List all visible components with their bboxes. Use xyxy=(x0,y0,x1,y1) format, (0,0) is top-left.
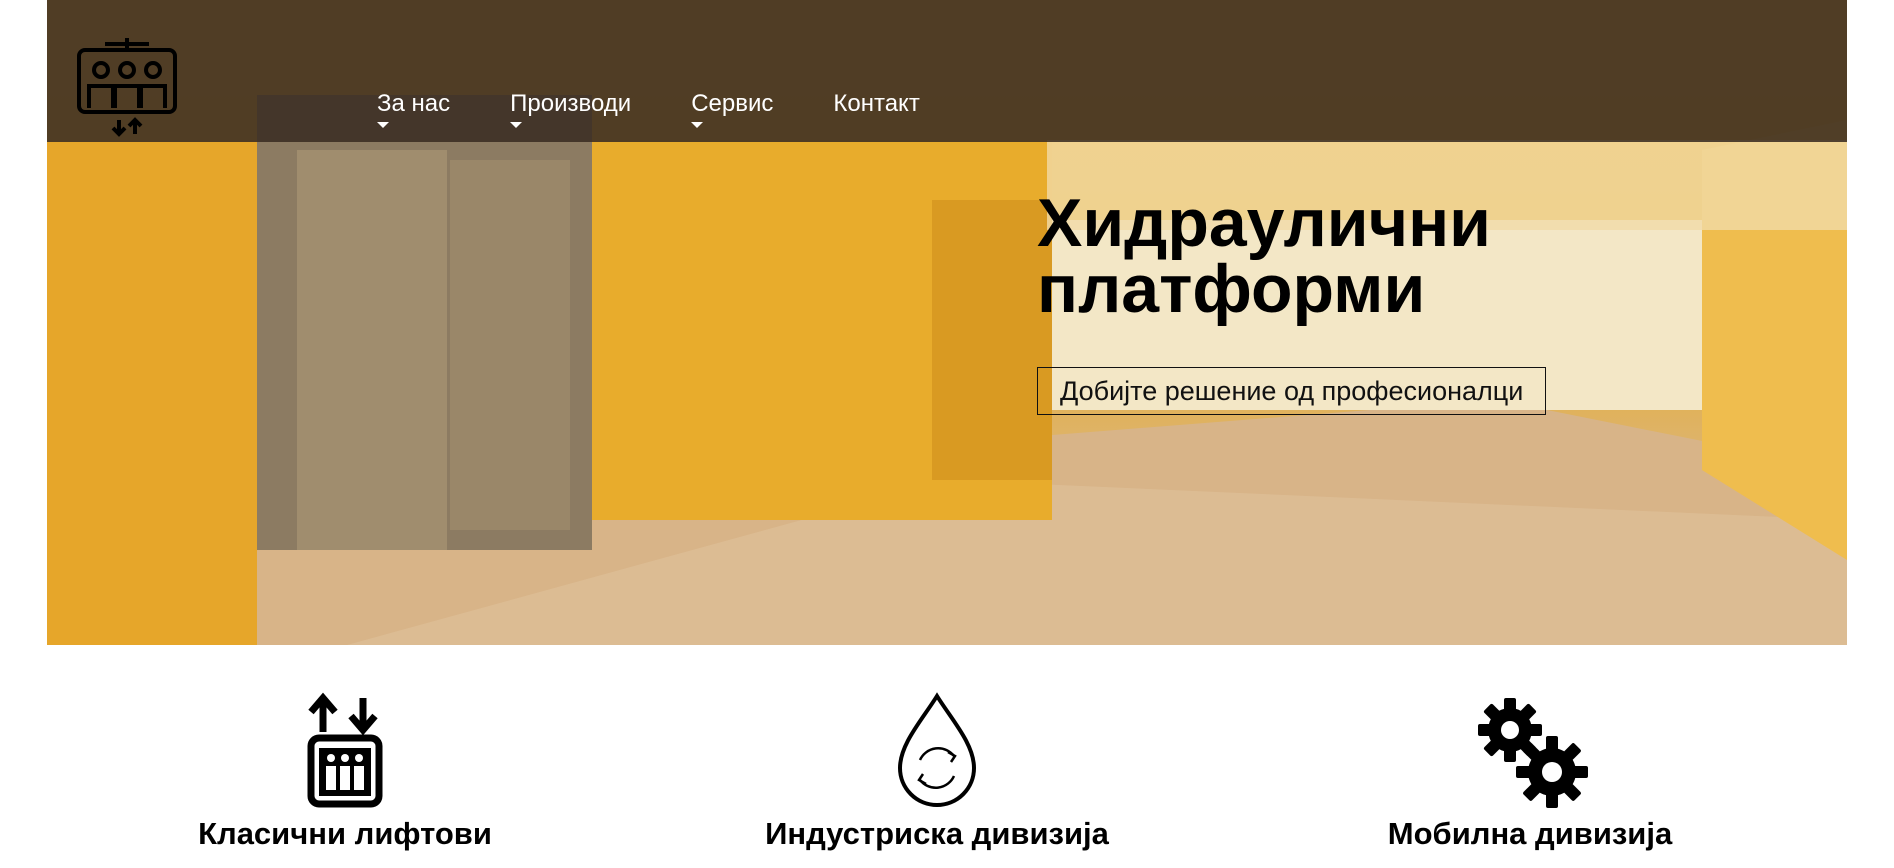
main-navigation: За нас Производи Сервис Контакт xyxy=(377,90,980,128)
hero-title-line1: Хидраулични xyxy=(1037,185,1491,261)
gears-icon xyxy=(1478,698,1588,808)
nav-item-about[interactable]: За нас xyxy=(377,90,451,128)
hero-cta-button[interactable]: Добијте решение од професионалци xyxy=(1037,367,1547,415)
feature-title: Мобилна дивизија xyxy=(1387,816,1673,851)
hero-title: Хидраулични платформи xyxy=(1037,189,1737,323)
elevator-arrows-icon xyxy=(307,692,383,808)
top-navigation-bar: За нас Производи Сервис Контакт xyxy=(47,0,1847,142)
feature-mobile-division[interactable]: Мобилна дивизија xyxy=(1290,690,1770,852)
feature-title: Индустриска дивизија xyxy=(765,816,1109,851)
nav-item-label: Контакт xyxy=(833,90,920,117)
feature-title: Класични лифтови xyxy=(198,816,492,851)
feature-industrial-division[interactable]: Индустриска дивизија xyxy=(697,690,1177,852)
nav-item-products[interactable]: Производи xyxy=(510,90,632,128)
caret-down-icon[interactable] xyxy=(691,122,704,128)
elevator-people-logo-icon[interactable] xyxy=(75,36,179,140)
caret-down-icon[interactable] xyxy=(510,122,523,128)
nav-item-label: Производи xyxy=(510,90,632,117)
feature-classic-elevators[interactable]: Класични лифтови xyxy=(105,690,585,852)
nav-item-label: Сервис xyxy=(691,90,774,117)
hero-title-line2: платформи xyxy=(1037,251,1426,327)
nav-item-service[interactable]: Сервис xyxy=(691,90,774,128)
nav-item-contact[interactable]: Контакт xyxy=(833,90,919,118)
water-drop-cycle-icon xyxy=(897,692,977,807)
caret-down-icon[interactable] xyxy=(377,122,389,128)
nav-item-label: За нас xyxy=(377,90,451,117)
hero-section: За нас Производи Сервис Контакт Хидраули… xyxy=(47,0,1847,645)
